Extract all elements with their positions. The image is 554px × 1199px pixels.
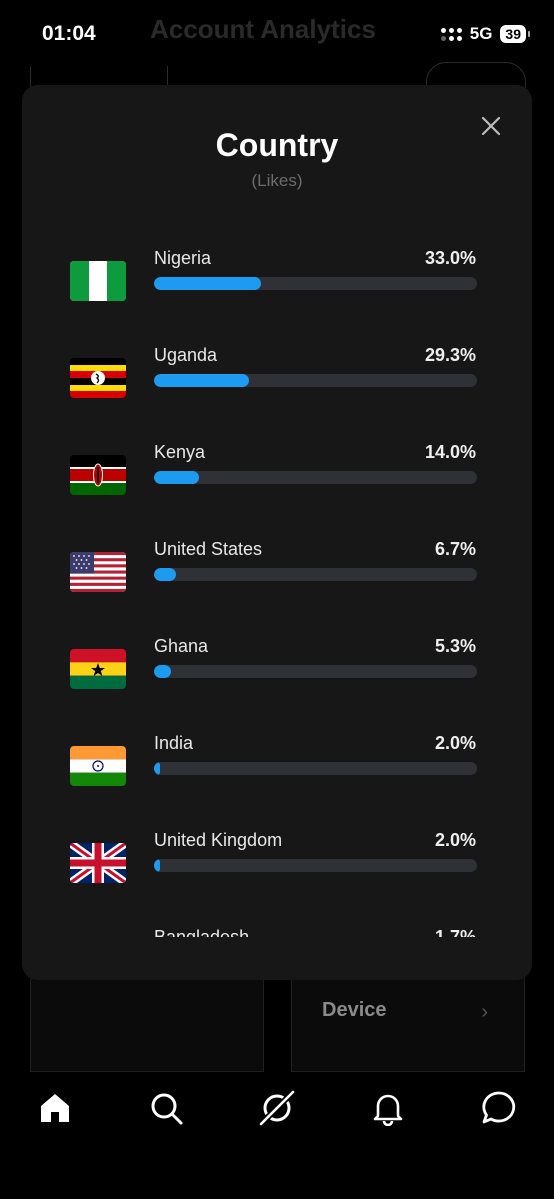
background-card-left <box>30 970 264 1072</box>
network-label: 5G <box>469 24 493 43</box>
country-name: Uganda <box>154 345 218 365</box>
uk-flag <box>70 843 126 883</box>
close-icon <box>481 116 501 136</box>
search-icon <box>151 1093 183 1125</box>
progress-track <box>154 374 477 387</box>
country-percent: 2.0% <box>434 830 476 850</box>
progress-fill <box>154 374 249 387</box>
status-indicators: 5G 39 <box>440 24 530 44</box>
progress-fill <box>154 471 200 484</box>
progress-fill <box>154 277 261 290</box>
progress-fill <box>154 859 161 872</box>
nav-notifications[interactable] <box>358 1078 418 1138</box>
ghana-flag <box>70 649 126 689</box>
nav-grok[interactable] <box>247 1078 307 1138</box>
modal-title: Country <box>215 127 339 163</box>
country-name: United States <box>154 539 263 559</box>
modal-subtitle: (Likes) <box>251 171 303 190</box>
country-name: Ghana <box>154 636 209 656</box>
country-percent: 29.3% <box>424 345 476 365</box>
notifications-icon <box>373 1094 403 1126</box>
progress-fill <box>154 665 172 678</box>
messages-icon <box>481 1091 515 1124</box>
nav-messages[interactable] <box>469 1078 529 1138</box>
country-name: United Kingdom <box>154 830 283 850</box>
list-item: India 2.0% <box>22 730 532 827</box>
country-percent: 5.3% <box>434 636 476 656</box>
india-flag <box>70 746 126 786</box>
progress-track <box>154 665 477 678</box>
list-item: Uganda 29.3% <box>22 342 532 439</box>
grok-icon <box>259 1090 295 1126</box>
progress-track <box>154 762 477 775</box>
status-time: 01:04 <box>42 22 96 45</box>
country-list[interactable]: Nigeria 33.0% Uganda 29.3% Kenya 14.0% U… <box>22 245 532 937</box>
country-percent: 6.7% <box>434 539 476 559</box>
list-item: Ghana 5.3% <box>22 633 532 730</box>
progress-track <box>154 277 477 290</box>
country-name: Kenya <box>154 442 206 462</box>
country-name: Bangladesh <box>154 927 250 937</box>
list-item: Bangladesh 1.7% <box>22 924 532 937</box>
list-item: United States 6.7% <box>22 536 532 633</box>
country-modal: Country (Likes) Nigeria 33.0% Uganda 29.… <box>22 85 532 980</box>
us-flag <box>70 552 126 592</box>
uganda-flag <box>70 358 126 398</box>
battery-icon: 39 <box>500 25 530 43</box>
progress-fill <box>154 762 161 775</box>
background-title: Account Analytics <box>150 14 376 44</box>
device-card-label: Device <box>322 999 387 1021</box>
chevron-right-icon: › <box>481 1001 488 1023</box>
progress-track <box>154 471 477 484</box>
home-icon <box>41 1094 70 1122</box>
list-item: United Kingdom 2.0% <box>22 827 532 924</box>
nav-search[interactable] <box>136 1078 196 1138</box>
progress-track <box>154 568 477 581</box>
signal-icon <box>440 27 462 41</box>
country-percent: 14.0% <box>424 442 476 462</box>
progress-track <box>154 859 477 872</box>
country-name: Nigeria <box>154 248 212 268</box>
status-bar: Account Analytics 01:04 5G 39 <box>0 0 554 70</box>
background-card-device: Device › <box>291 970 525 1072</box>
list-item: Nigeria 33.0% <box>22 245 532 342</box>
progress-fill <box>154 568 176 581</box>
close-button[interactable] <box>476 111 506 141</box>
bottom-nav <box>0 1072 554 1144</box>
country-percent: 33.0% <box>424 248 476 268</box>
nav-home[interactable] <box>25 1078 85 1138</box>
country-percent: 2.0% <box>434 733 476 753</box>
nigeria-flag <box>70 261 126 301</box>
country-name: India <box>154 733 194 753</box>
list-item: Kenya 14.0% <box>22 439 532 536</box>
kenya-flag <box>70 455 126 495</box>
country-percent: 1.7% <box>434 927 476 937</box>
